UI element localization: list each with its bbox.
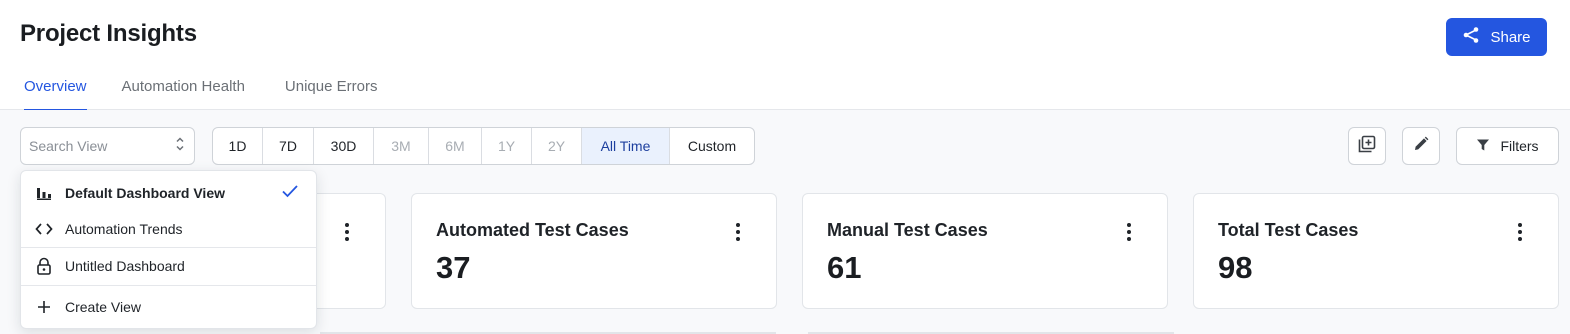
filters-label: Filters [1500,138,1539,154]
more-options-icon[interactable] [728,220,748,244]
stat-card-automated: Automated Test Cases 37 [411,193,777,309]
stat-card-total: Total Test Cases 98 [1193,193,1559,309]
share-button[interactable]: Share [1446,18,1547,56]
range-3m-button[interactable]: 3M [374,128,429,164]
tab-label: Automation Health [121,77,245,95]
lock-icon [35,257,53,275]
tab-label: Unique Errors [284,77,378,95]
add-widget-button[interactable] [1348,127,1386,165]
range-custom-button[interactable]: Custom [670,128,754,164]
page-title: Project Insights [20,20,197,47]
bar-chart-icon [35,184,53,202]
search-view-placeholder: Search View [29,138,108,154]
range-30d-button[interactable]: 30D [314,128,374,164]
tab-overview[interactable]: Overview [24,62,87,111]
dropdown-item-label: Untitled Dashboard [65,258,185,274]
card-title: Manual Test Cases [827,220,988,240]
checkmark-icon [281,184,299,201]
tab-label: Overview [24,77,87,95]
range-6m-button[interactable]: 6M [429,128,482,164]
tab-bar: Overview Automation Health Unique Errors [0,62,378,111]
card-value: 61 [827,250,862,285]
plus-icon [35,298,53,316]
chevron-up-down-icon [174,135,186,158]
dropdown-item-untitled-dashboard[interactable]: Untitled Dashboard [21,248,316,284]
range-2y-button[interactable]: 2Y [532,128,582,164]
code-icon [35,220,53,238]
dropdown-item-create-view[interactable]: Create View [21,286,316,328]
card-title: Automated Test Cases [436,220,629,240]
card-title: Total Test Cases [1218,220,1359,240]
search-view-select[interactable]: Search View [20,127,195,165]
share-label: Share [1490,28,1531,46]
more-options-icon[interactable] [1510,220,1530,244]
range-all-time-button[interactable]: All Time [582,128,670,164]
range-7d-button[interactable]: 7D [263,128,314,164]
card-value: 37 [436,250,471,285]
time-range-group: 1D 7D 30D 3M 6M 1Y 2Y All Time Custom [212,127,755,165]
tab-unique-errors[interactable]: Unique Errors [285,62,378,110]
dropdown-item-default-dashboard[interactable]: Default Dashboard View [21,171,316,214]
view-dropdown-menu: Default Dashboard View Automation Trends… [20,170,317,329]
range-1y-button[interactable]: 1Y [482,128,532,164]
dropdown-item-automation-trends[interactable]: Automation Trends [21,212,316,246]
more-options-icon[interactable] [1119,220,1139,244]
tab-automation-health[interactable]: Automation Health [122,62,245,110]
card-value: 98 [1218,250,1253,285]
range-1d-button[interactable]: 1D [213,128,263,164]
pencil-icon [1412,135,1430,158]
add-widget-icon [1357,134,1377,159]
dropdown-item-label: Create View [65,299,142,315]
filters-button[interactable]: Filters [1456,127,1559,165]
more-options-icon[interactable] [337,220,357,244]
filter-icon [1476,138,1490,155]
stat-card-manual: Manual Test Cases 61 [802,193,1168,309]
dropdown-item-label: Default Dashboard View [65,184,226,201]
page-header: Project Insights Share Overview Automati… [0,0,1570,111]
edit-dashboard-button[interactable] [1402,127,1440,165]
share-icon [1462,26,1480,48]
dropdown-item-label: Automation Trends [65,221,183,237]
